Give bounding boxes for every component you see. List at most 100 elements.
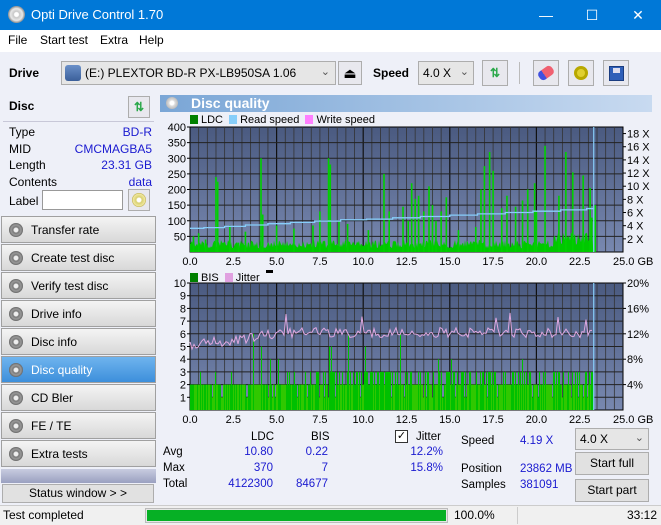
disc-gear-icon <box>9 447 23 461</box>
bis-bar <box>295 384 296 410</box>
start-full-button[interactable]: Start full <box>575 452 649 475</box>
bis-bar <box>271 384 272 410</box>
nav-label: FE / TE <box>31 419 72 433</box>
y-tick-label: 10 <box>174 278 186 290</box>
disc-gear-icon <box>9 363 23 377</box>
bis-bar <box>193 384 194 410</box>
disc-icon <box>132 193 146 207</box>
bis-bar <box>354 384 355 410</box>
ldc-bar <box>319 211 321 252</box>
bis-bar <box>466 397 467 410</box>
refresh-button[interactable]: ⇅ <box>482 60 508 86</box>
bis-bar <box>432 397 433 410</box>
progress-fill <box>147 510 446 521</box>
minimize-button[interactable]: — <box>523 0 569 30</box>
bis-bar <box>464 397 465 410</box>
label-input[interactable] <box>42 190 123 210</box>
jitter-checkbox[interactable]: ✓ <box>395 430 408 443</box>
jitter-label: Jitter <box>416 431 441 443</box>
eject-button[interactable]: ⏏ <box>338 61 362 85</box>
bis-bar <box>240 384 241 410</box>
start-part-button[interactable]: Start part <box>575 479 649 502</box>
bis-bar <box>495 371 496 410</box>
window-title: Opti Drive Control 1.70 <box>31 7 164 22</box>
bis-bar <box>584 384 585 410</box>
stat-max-label: Max <box>163 462 185 474</box>
bis-bar <box>371 371 372 410</box>
bis-bar <box>427 371 428 410</box>
bis-bar <box>329 346 330 410</box>
bis-bar <box>226 384 227 410</box>
bis-bar <box>453 371 454 410</box>
bis-bar <box>287 371 288 410</box>
bis-bar <box>519 384 520 410</box>
nav-create-test-disc[interactable]: Create test disc <box>1 244 156 271</box>
bis-bar <box>270 359 271 410</box>
bis-bar <box>377 371 378 410</box>
bis-bar <box>502 384 503 410</box>
bis-bar <box>516 384 517 410</box>
menu-file[interactable]: File <box>8 33 27 47</box>
x-tick-label: 22.5 <box>569 256 590 268</box>
nav-fe-te[interactable]: FE / TE <box>1 412 156 439</box>
save-button[interactable] <box>603 60 629 86</box>
nav-cd-bler[interactable]: CD Bler <box>1 384 156 411</box>
nav-label: Disc info <box>31 335 78 349</box>
bis-bar <box>524 371 525 410</box>
bis-bar <box>434 384 435 410</box>
test-speed-select[interactable]: 4.0 X ⌄ <box>575 428 649 450</box>
bis-bar <box>486 371 487 410</box>
bis-bar <box>234 384 235 410</box>
ldc-bar <box>329 164 332 252</box>
nav-drive-info[interactable]: Drive info <box>1 300 156 327</box>
stat-total-label: Total <box>163 478 188 490</box>
ldc-bar <box>338 220 340 252</box>
bis-bar <box>363 384 364 410</box>
bis-bar <box>574 384 575 410</box>
bis-bar <box>526 371 527 410</box>
bis-bar <box>340 384 341 410</box>
y-tick-label: 9 <box>180 291 186 303</box>
bis-bar <box>315 384 316 410</box>
settings-button[interactable] <box>568 60 594 86</box>
drive-select[interactable]: (E:) PLEXTOR BD-R PX-LB950SA 1.06 ⌄ <box>61 61 336 85</box>
bis-bar <box>273 384 274 410</box>
bis-bar <box>324 397 325 410</box>
bis-bar <box>448 371 449 410</box>
menu-start-test[interactable]: Start test <box>40 33 88 47</box>
ldc-bar <box>445 197 448 252</box>
refresh-arrows-icon: ⇅ <box>133 100 145 114</box>
bis-bar <box>479 384 480 410</box>
ldc-bar <box>407 220 410 252</box>
label-disc-button[interactable] <box>128 189 150 211</box>
nav-verify-test-disc[interactable]: Verify test disc <box>1 272 156 299</box>
bis-bar <box>394 384 395 410</box>
disc-refresh-button[interactable]: ⇅ <box>128 96 150 118</box>
nav-disc-quality[interactable]: Disc quality <box>1 356 156 383</box>
bis-bar <box>314 384 315 410</box>
bis-bar <box>411 371 412 410</box>
maximize-button[interactable]: ☐ <box>569 0 615 30</box>
x-tick-label: 2.5 <box>226 256 241 268</box>
bis-bar <box>269 384 270 410</box>
bis-bar <box>333 371 334 410</box>
x-tick-label: 0.0 <box>182 414 197 424</box>
bis-bar <box>282 384 283 410</box>
erase-button[interactable] <box>533 60 559 86</box>
stat-avg-label: Avg <box>163 446 183 458</box>
bis-bar <box>499 384 500 410</box>
close-button[interactable]: ✕ <box>615 0 661 30</box>
bis-bar <box>409 384 410 410</box>
menu-help[interactable]: Help <box>139 33 164 47</box>
bis-bar <box>320 384 321 410</box>
speed-select[interactable]: 4.0 X ⌄ <box>418 61 474 85</box>
bis-bar <box>390 371 391 410</box>
nav-transfer-rate[interactable]: Transfer rate <box>1 216 156 243</box>
bis-bar <box>338 384 339 410</box>
nav-disc-info[interactable]: Disc info <box>1 328 156 355</box>
nav-extra-tests[interactable]: Extra tests <box>1 440 156 467</box>
disc-type-label: Type <box>9 125 36 139</box>
bis-bar <box>515 371 516 410</box>
status-window-button[interactable]: Status window > > <box>2 484 154 503</box>
menu-extra[interactable]: Extra <box>100 33 128 47</box>
